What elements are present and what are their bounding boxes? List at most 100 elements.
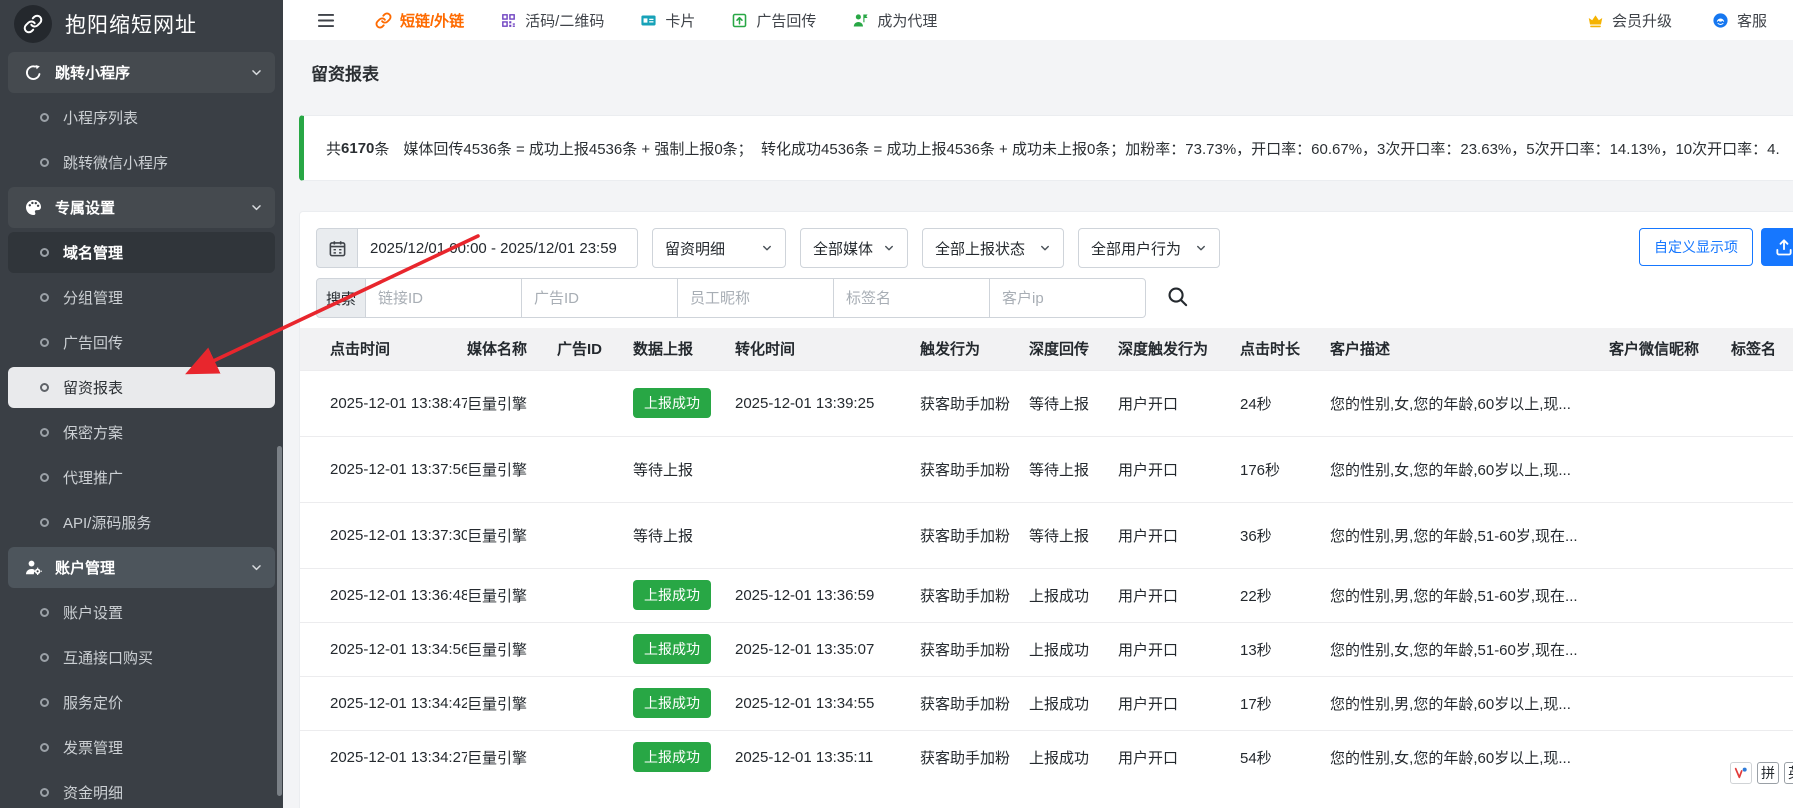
nav-ad-callback[interactable]: 广告回传 — [731, 10, 816, 31]
cell-click_time: 2025-12-01 13:37:30 — [300, 502, 467, 568]
sidebar-item-fund-details[interactable]: 资金明细 — [8, 772, 275, 808]
nav-item-label: 客服 — [1737, 10, 1767, 31]
chevron-down-icon — [250, 201, 263, 214]
sidebar-item-privacy-plan[interactable]: 保密方案 — [8, 412, 275, 453]
app-logo[interactable]: 抱阳缩短网址 — [0, 0, 283, 48]
sidebar: 抱阳缩短网址 跳转小程序小程序列表跳转微信小程序专属设置域名管理分组管理广告回传… — [0, 0, 283, 808]
bullet-icon — [40, 158, 49, 167]
report-panel: 留资明细全部媒体全部上报状态全部用户行为 自定义显示项 搜索 点击时间媒体名称广… — [299, 211, 1793, 808]
cell-description: 您的性别,男,您的年龄,51-60岁,现在... — [1330, 568, 1609, 622]
cell-description: 您的性别,女,您的年龄,60岁以上,现... — [1330, 730, 1609, 784]
cell-ad_id — [557, 622, 633, 676]
user-behavior-select[interactable]: 全部用户行为 — [1078, 228, 1220, 268]
cell-wechat_nickname — [1609, 370, 1731, 436]
summary-suffix: 条 — [374, 138, 389, 159]
select-value: 全部媒体 — [813, 238, 873, 259]
sidebar-scrollbar[interactable] — [277, 446, 282, 796]
cell-trigger: 获客助手加粉 — [920, 622, 1029, 676]
sidebar-item-label: 代理推广 — [63, 467, 123, 488]
nav-card[interactable]: 卡片 — [640, 10, 695, 31]
cell-deep_trigger: 用户开口 — [1118, 730, 1240, 784]
report-status-select[interactable]: 全部上报状态 — [922, 228, 1064, 268]
cell-deep_report: 上报成功 — [1029, 730, 1118, 784]
table-row: 2025-12-01 13:37:30巨量引擎等待上报获客助手加粉等待上报用户开… — [300, 502, 1793, 568]
bullet-icon — [40, 698, 49, 707]
cell-wechat_nickname — [1609, 730, 1731, 784]
tag-name-input[interactable] — [833, 278, 990, 318]
sidebar-group-label: 账户管理 — [55, 557, 115, 578]
sidebar-item-label: API/源码服务 — [63, 512, 151, 533]
staff-nickname-input[interactable] — [677, 278, 834, 318]
summary-detail: 媒体回传4536条 = 成功上报4536条 + 强制上报0条； 转化成功4536… — [403, 138, 1779, 159]
export-button[interactable] — [1761, 228, 1793, 266]
cell-media: 巨量引擎 — [467, 502, 557, 568]
bullet-icon — [40, 743, 49, 752]
calendar-button[interactable] — [316, 228, 358, 268]
sidebar-item-label: 广告回传 — [63, 332, 123, 353]
sidebar-item-label: 分组管理 — [63, 287, 123, 308]
ime-icon[interactable] — [1730, 762, 1752, 784]
ad-id-input[interactable] — [521, 278, 678, 318]
nav-menu: 短链/外链 活码/二维码 卡片 广告回传 成为代理 — [375, 10, 937, 31]
report-type-select[interactable]: 留资明细 — [652, 228, 786, 268]
bullet-icon — [40, 293, 49, 302]
sidebar-item-interconnect-purchase[interactable]: 互通接口购买 — [8, 637, 275, 678]
cell-convert_time: 2025-12-01 13:35:11 — [735, 730, 920, 784]
cell-deep_report: 等待上报 — [1029, 436, 1118, 502]
sidebar-group-jump-miniprogram[interactable]: 跳转小程序 — [8, 52, 275, 93]
cell-click_time: 2025-12-01 13:34:56 — [300, 622, 467, 676]
link-icon — [375, 12, 392, 29]
sidebar-item-account-settings[interactable]: 账户设置 — [8, 592, 275, 633]
col-click_time: 点击时间 — [300, 328, 467, 370]
cell-report_status: 等待上报 — [633, 436, 735, 502]
date-range-input[interactable] — [358, 228, 638, 268]
bullet-icon — [40, 113, 49, 122]
ime-english[interactable]: 英 — [1784, 762, 1793, 784]
cell-description: 您的性别,女,您的年龄,60岁以上,现... — [1330, 436, 1609, 502]
cell-wechat_nickname — [1609, 676, 1731, 730]
member-upgrade-link[interactable]: 会员升级 — [1587, 10, 1672, 31]
nav-become-agent[interactable]: 成为代理 — [852, 10, 937, 31]
nav-item-label: 成为代理 — [877, 10, 937, 31]
cell-convert_time: 2025-12-01 13:36:59 — [735, 568, 920, 622]
sidebar-item-ad-callback[interactable]: 广告回传 — [8, 322, 275, 363]
hamburger-menu-icon[interactable] — [315, 11, 337, 30]
col-duration: 点击时长 — [1240, 328, 1330, 370]
nav-qrcode[interactable]: 活码/二维码 — [500, 10, 604, 31]
search-button[interactable] — [1164, 285, 1190, 311]
cell-ad_id — [557, 676, 633, 730]
cell-ad_id — [557, 730, 633, 784]
sidebar-item-agent-promotion[interactable]: 代理推广 — [8, 457, 275, 498]
link-id-input[interactable] — [365, 278, 522, 318]
customer-service-icon — [1712, 12, 1729, 29]
sidebar-item-invoice-management[interactable]: 发票管理 — [8, 727, 275, 768]
customer-service-link[interactable]: 客服 — [1712, 10, 1767, 31]
customize-columns-button[interactable]: 自定义显示项 — [1639, 228, 1753, 266]
ime-pinyin[interactable]: 拼 — [1757, 762, 1779, 784]
cell-deep_trigger: 用户开口 — [1118, 676, 1240, 730]
sidebar-item-group-management[interactable]: 分组管理 — [8, 277, 275, 318]
sidebar-item-lead-report[interactable]: 留资报表 — [8, 367, 275, 408]
sidebar-item-domain-management[interactable]: 域名管理 — [8, 232, 275, 273]
sidebar-group-exclusive-settings[interactable]: 专属设置 — [8, 187, 275, 228]
cell-media: 巨量引擎 — [467, 622, 557, 676]
chevron-down-icon — [250, 561, 263, 574]
cell-tag — [1731, 568, 1793, 622]
nav-short-link[interactable]: 短链/外链 — [375, 10, 464, 31]
sidebar-item-service-pricing[interactable]: 服务定价 — [8, 682, 275, 723]
cell-deep_trigger: 用户开口 — [1118, 436, 1240, 502]
sidebar-item-jump-wechat-miniprogram[interactable]: 跳转微信小程序 — [8, 142, 275, 183]
search-label: 搜索 — [316, 278, 366, 318]
customer-ip-input[interactable] — [989, 278, 1146, 318]
report-status-badge: 上报成功 — [633, 634, 711, 664]
calendar-icon — [328, 239, 347, 258]
bullet-icon — [40, 473, 49, 482]
table-row: 2025-12-01 13:34:56巨量引擎上报成功2025-12-01 13… — [300, 622, 1793, 676]
sidebar-item-api-source-service[interactable]: API/源码服务 — [8, 502, 275, 543]
upload-icon — [1774, 237, 1793, 257]
sidebar-item-miniprogram-list[interactable]: 小程序列表 — [8, 97, 275, 138]
media-select[interactable]: 全部媒体 — [800, 228, 908, 268]
sidebar-group-account-management[interactable]: 账户管理 — [8, 547, 275, 588]
bullet-icon — [40, 248, 49, 257]
cell-trigger: 获客助手加粉 — [920, 436, 1029, 502]
